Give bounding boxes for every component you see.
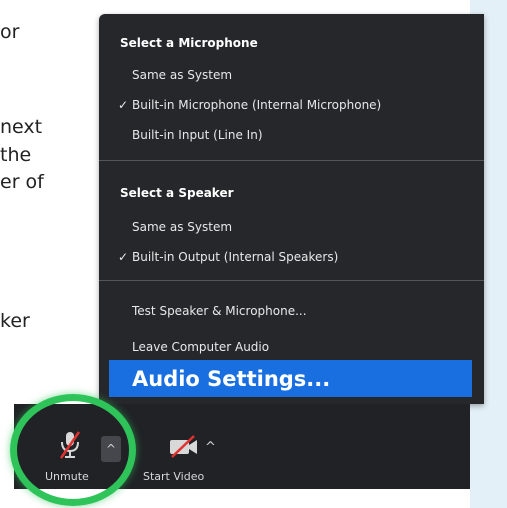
menu-item-leave-computer-audio[interactable]: Leave Computer Audio: [99, 332, 484, 362]
video-muted-icon: [170, 435, 197, 458]
menu-header-microphone: Select a Microphone: [120, 36, 258, 50]
background-text: er of: [0, 171, 44, 193]
menu-item-mic-same-as-system[interactable]: Same as System: [99, 60, 484, 90]
menu-item-audio-settings[interactable]: Audio Settings...: [109, 360, 472, 397]
video-options-caret[interactable]: ^: [205, 440, 216, 455]
menu-item-speaker-same-as-system[interactable]: Same as System: [99, 212, 484, 242]
menu-item-builtin-microphone[interactable]: ✓ Built-in Microphone (Internal Micropho…: [99, 90, 484, 120]
start-video-label: Start Video: [143, 470, 205, 483]
menu-item-builtin-input[interactable]: Built-in Input (Line In): [99, 120, 484, 150]
checkmark-icon: ✓: [118, 250, 129, 264]
checkmark-icon: ✓: [118, 98, 129, 112]
menu-header-speaker: Select a Speaker: [120, 186, 234, 200]
start-video-button[interactable]: [168, 435, 200, 459]
audio-menu: Select a Microphone Same as System ✓ Bui…: [99, 14, 484, 404]
background-text: ker: [0, 310, 30, 332]
highlight-ring: [10, 394, 136, 506]
menu-item-label: Built-in Output (Internal Speakers): [132, 250, 339, 264]
background-text: the: [0, 144, 32, 166]
background-text: next: [0, 116, 43, 138]
background-text: or: [0, 21, 20, 43]
menu-divider: [99, 280, 484, 281]
menu-item-builtin-output[interactable]: ✓ Built-in Output (Internal Speakers): [99, 242, 484, 272]
menu-item-label: Built-in Microphone (Internal Microphone…: [132, 98, 382, 112]
menu-divider: [99, 160, 484, 161]
menu-item-test-speaker-microphone[interactable]: Test Speaker & Microphone...: [99, 296, 484, 326]
